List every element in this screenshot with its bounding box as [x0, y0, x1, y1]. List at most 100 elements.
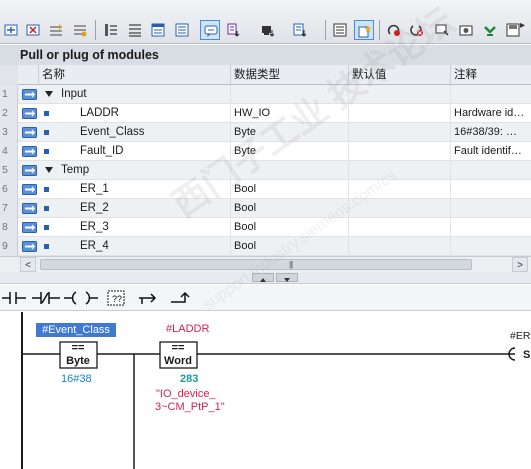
row-name[interactable]: ER_2	[80, 199, 109, 218]
monitor-on-button[interactable]	[432, 20, 452, 40]
goto-warning-button[interactable]	[407, 20, 427, 40]
row-comment[interactable]: Hardware id…	[450, 104, 531, 123]
row-default[interactable]	[348, 142, 450, 161]
absolute-button[interactable]	[330, 20, 350, 40]
row-datatype[interactable]: Byte	[230, 123, 348, 142]
interface-row[interactable]: 1 Input	[0, 85, 531, 104]
cmp1-type[interactable]: Byte	[60, 355, 96, 367]
scrollbar-thumb[interactable]: |||	[40, 259, 472, 270]
row-name[interactable]: LADDR	[80, 104, 119, 123]
row-comment[interactable]	[450, 237, 531, 256]
cmp1-operator[interactable]: ==	[60, 342, 96, 354]
scroll-right-button[interactable]: >	[512, 257, 528, 272]
no-contact-icon[interactable]	[2, 288, 28, 308]
interface-row[interactable]: 5 Temp	[0, 161, 531, 180]
header-datatype[interactable]: 数据类型	[230, 65, 348, 85]
download-button[interactable]	[290, 20, 310, 40]
row-comment[interactable]	[450, 161, 531, 180]
interface-row[interactable]: 2 LADDR HW_IO Hardware id…	[0, 104, 531, 123]
row-default[interactable]	[348, 180, 450, 199]
row-name[interactable]: ER_4	[80, 237, 109, 256]
row-datatype[interactable]: Bool	[230, 237, 348, 256]
row-comment[interactable]	[450, 180, 531, 199]
append-row-button[interactable]	[70, 20, 90, 40]
header-default[interactable]: 默认值	[348, 65, 450, 85]
cmp2-operand[interactable]: #LADDR	[166, 323, 209, 335]
block-view-button[interactable]	[125, 20, 145, 40]
favorites-button[interactable]	[354, 20, 374, 40]
row-datatype[interactable]: Byte	[230, 142, 348, 161]
interface-row[interactable]: 9 ER_4 Bool	[0, 237, 531, 256]
row-name[interactable]: Input	[61, 85, 87, 104]
row-default[interactable]	[348, 104, 450, 123]
window-button[interactable]	[148, 20, 168, 40]
insert-network-button[interactable]	[1, 20, 21, 40]
interface-row[interactable]: 8 ER_3 Bool	[0, 218, 531, 237]
row-comment[interactable]	[450, 199, 531, 218]
nc-contact-icon[interactable]	[32, 288, 62, 308]
set-coil[interactable]: S	[523, 349, 530, 361]
row-number: 6	[0, 180, 18, 199]
empty-box-icon[interactable]: ??	[104, 288, 128, 308]
comment-button[interactable]	[200, 20, 220, 40]
row-default[interactable]	[348, 161, 450, 180]
interface-toggle-button[interactable]	[101, 20, 121, 40]
interface-row[interactable]: 7 ER_2 Bool	[0, 199, 531, 218]
chevron-down-icon	[284, 278, 290, 282]
interface-row[interactable]: 4 Fault_ID Byte Fault identif…	[0, 142, 531, 161]
row-datatype[interactable]	[230, 161, 348, 180]
row-default[interactable]	[348, 218, 450, 237]
row-name[interactable]: ER_3	[80, 218, 109, 237]
coil-icon[interactable]	[64, 288, 98, 308]
row-comment[interactable]	[450, 218, 531, 237]
row-name[interactable]: Fault_ID	[80, 142, 123, 161]
row-datatype[interactable]: Bool	[230, 180, 348, 199]
horizontal-scrollbar[interactable]: < ||| >	[0, 256, 531, 272]
interface-row[interactable]: 3 Event_Class Byte 16#38/39: …	[0, 123, 531, 142]
load-button[interactable]	[480, 20, 500, 40]
cmp2-type[interactable]: Word	[160, 355, 196, 367]
row-comment[interactable]: 16#38/39: …	[450, 123, 531, 142]
row-name[interactable]: Event_Class	[80, 123, 145, 142]
interface-row[interactable]: 6 ER_1 Bool	[0, 180, 531, 199]
collapse-triangle-icon[interactable]	[45, 167, 53, 173]
row-default[interactable]	[348, 123, 450, 142]
collapse-triangle-icon[interactable]	[45, 91, 53, 97]
row-datatype[interactable]: HW_IO	[230, 104, 348, 123]
row-comment[interactable]	[450, 85, 531, 104]
row-default[interactable]	[348, 199, 450, 218]
row-datatype[interactable]: Bool	[230, 218, 348, 237]
insert-row-icon	[50, 24, 62, 36]
open-branch-icon[interactable]	[138, 288, 160, 308]
header-name[interactable]: 名称	[38, 65, 230, 85]
row-default[interactable]	[348, 85, 450, 104]
row-comment[interactable]: Fault identif…	[450, 142, 531, 161]
scroll-left-button[interactable]: <	[20, 257, 36, 272]
cmp2-constant[interactable]: 283	[180, 373, 198, 385]
insert-row-button[interactable]	[46, 20, 66, 40]
cmp2-constant-name: "IO_device_	[156, 388, 216, 400]
row-datatype[interactable]	[230, 85, 348, 104]
cmp1-operand[interactable]: #Event_Class	[36, 323, 116, 337]
variable-icon	[22, 203, 37, 214]
row-default[interactable]	[348, 237, 450, 256]
cmp1-constant[interactable]: 16#38	[61, 373, 92, 385]
row-datatype[interactable]: Bool	[230, 199, 348, 218]
splitter-down-handle[interactable]	[276, 273, 298, 282]
header-comment[interactable]: 注释	[450, 65, 531, 85]
cmp2-operator[interactable]: ==	[160, 342, 196, 354]
more-tools-icon[interactable]: ▸	[520, 20, 525, 31]
row-name[interactable]: ER_1	[80, 180, 109, 199]
splitter-up-handle[interactable]	[252, 273, 274, 282]
delete-network-button[interactable]	[23, 20, 43, 40]
snapshot-button[interactable]	[456, 20, 476, 40]
goto-error-button[interactable]	[384, 20, 404, 40]
close-branch-icon[interactable]	[170, 288, 192, 308]
insert-network-icon	[4, 24, 18, 36]
row-name[interactable]: Temp	[61, 161, 89, 180]
panel-splitter[interactable]	[0, 272, 531, 284]
open-branch-button[interactable]	[224, 20, 244, 40]
monitor-button[interactable]	[258, 20, 278, 40]
overview-button[interactable]	[172, 20, 192, 40]
coil-operand[interactable]: #ER	[510, 330, 530, 342]
